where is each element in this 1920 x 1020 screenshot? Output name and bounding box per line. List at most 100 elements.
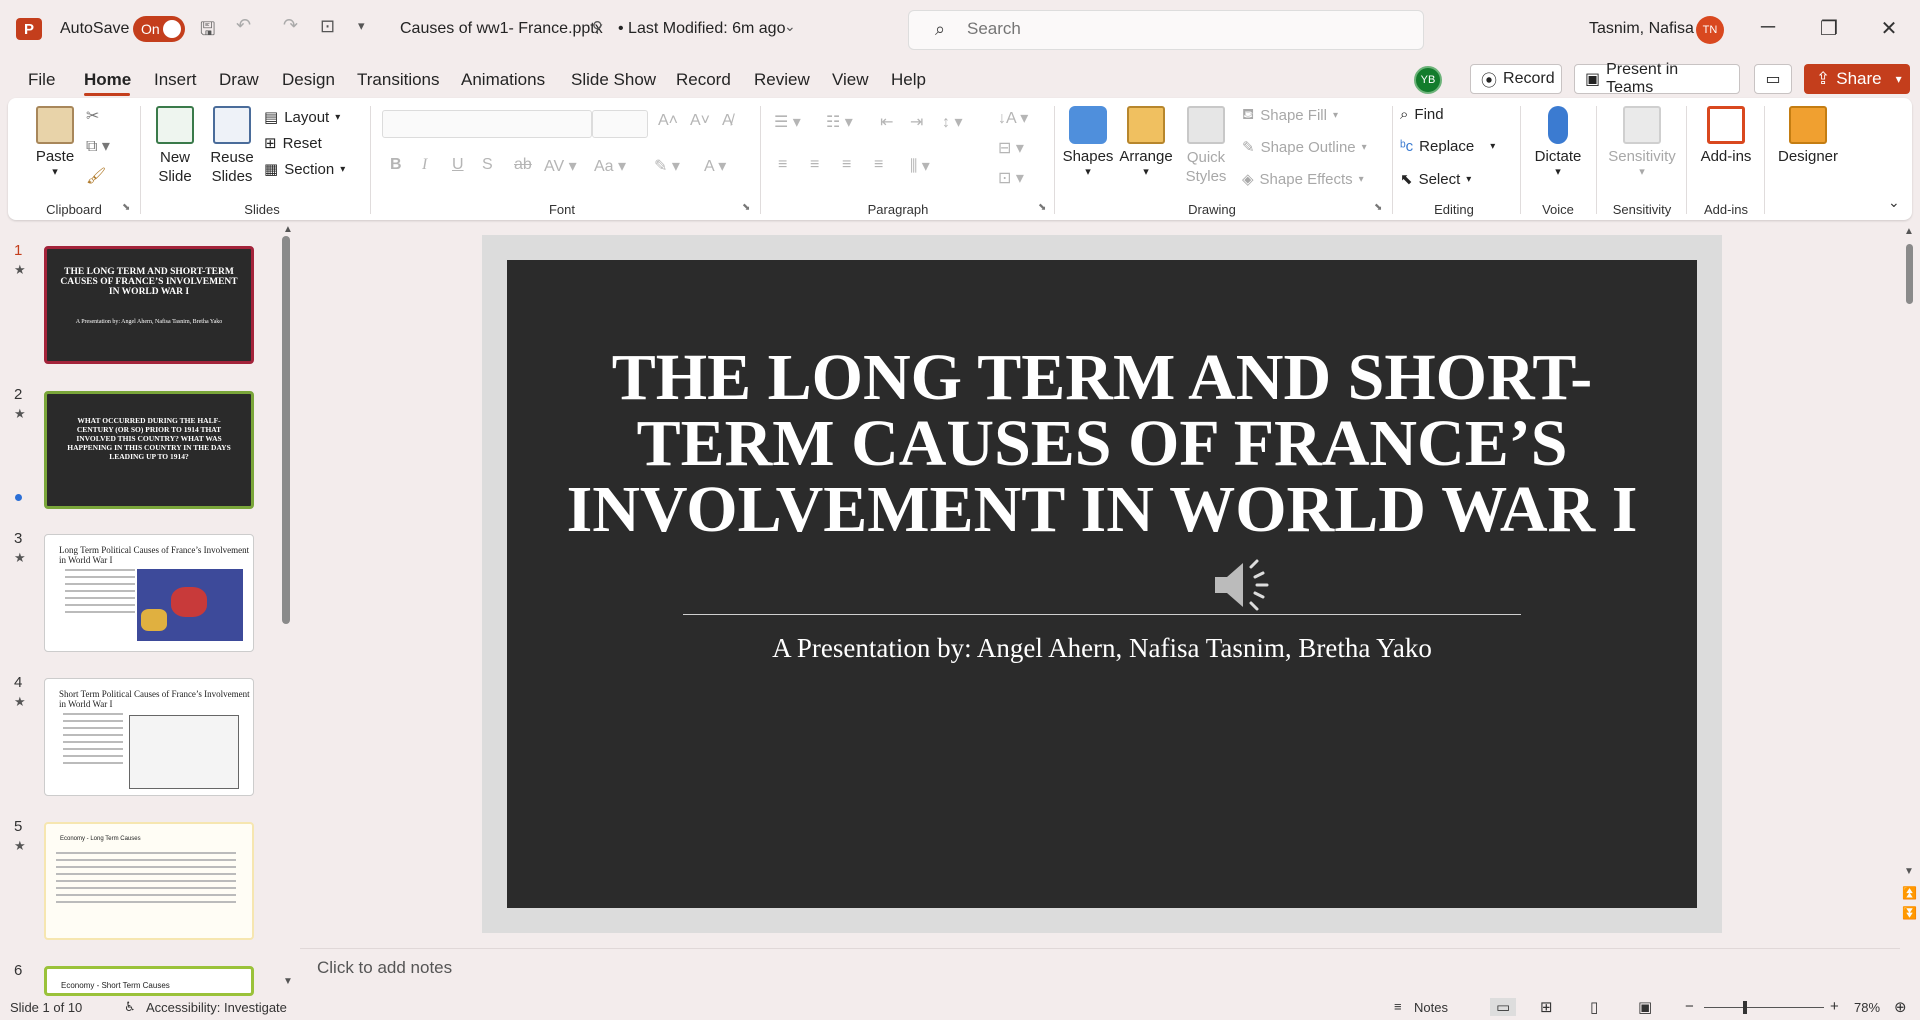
cut-icon[interactable]: ✂	[86, 106, 99, 126]
align-right-icon[interactable]: ≡	[842, 156, 851, 174]
tab-file[interactable]: File	[28, 70, 55, 90]
customize-toolbar-icon[interactable]: ▾	[358, 18, 365, 34]
search-box[interactable]: ⌕	[908, 10, 1424, 50]
copy-icon[interactable]: ⧉ ▾	[86, 136, 110, 156]
arrange-button[interactable]: Arrange ▾	[1116, 106, 1176, 178]
layout-button[interactable]: ▤ Layout ▾	[264, 108, 340, 127]
highlight-color-icon[interactable]: ✎ ▾	[654, 156, 680, 176]
reuse-slides-button[interactable]: Reuse Slides	[206, 106, 258, 186]
search-input[interactable]	[967, 19, 1367, 39]
quick-styles-button[interactable]: Quick Styles	[1178, 106, 1234, 186]
font-name-combo[interactable]	[382, 110, 592, 138]
user-avatar[interactable]: TN	[1696, 16, 1724, 44]
decrease-font-icon[interactable]: A˅	[690, 112, 710, 130]
previous-slide-icon[interactable]: ⏫	[1902, 886, 1917, 900]
sensitivity-button[interactable]: Sensitivity ▾	[1602, 106, 1682, 178]
find-button[interactable]: ⌕ Find	[1400, 106, 1444, 123]
font-size-combo[interactable]	[592, 110, 648, 138]
restore-icon[interactable]: ❐	[1814, 16, 1844, 41]
record-button[interactable]: ⦿ Record	[1470, 64, 1562, 94]
slide-canvas[interactable]: THE LONG TERM AND SHORT-TERM CAUSES OF F…	[507, 260, 1697, 908]
dialog-launcher-icon[interactable]: ⬊	[122, 202, 130, 213]
zoom-slider-thumb[interactable]	[1743, 1001, 1747, 1014]
tab-insert[interactable]: Insert	[154, 70, 197, 90]
align-left-icon[interactable]: ≡	[778, 156, 787, 174]
tab-home[interactable]: Home	[84, 70, 131, 90]
tab-animations[interactable]: Animations	[461, 70, 545, 90]
present-in-teams-button[interactable]: ▣ Present in Teams	[1574, 61, 1740, 96]
collapse-ribbon-icon[interactable]: ⌄	[1888, 194, 1900, 211]
shape-effects-button[interactable]: ◈ Shape Effects ▾	[1242, 170, 1364, 189]
font-color-icon[interactable]: A ▾	[704, 156, 726, 176]
columns-icon[interactable]: ⫼ ▾	[910, 156, 930, 176]
italic-icon[interactable]: I	[422, 156, 427, 174]
tab-review[interactable]: Review	[754, 70, 810, 90]
align-center-icon[interactable]: ≡	[810, 156, 819, 174]
tab-transitions[interactable]: Transitions	[357, 70, 440, 90]
close-icon[interactable]: ✕	[1874, 16, 1904, 41]
align-text-icon[interactable]: ⊟ ▾	[998, 138, 1024, 158]
shadow-icon[interactable]: S	[482, 156, 493, 174]
paste-button[interactable]: Paste ▾	[30, 106, 80, 178]
slide-sorter-icon[interactable]: ⊞	[1540, 998, 1553, 1016]
save-icon[interactable]: 🖫	[200, 17, 215, 47]
share-button[interactable]: ⇪ Share ▾	[1804, 64, 1910, 94]
text-direction-icon[interactable]: ↓A ▾	[998, 108, 1028, 128]
strikethrough-icon[interactable]: ab	[514, 156, 532, 174]
designer-button[interactable]: Designer	[1770, 106, 1846, 165]
shape-outline-button[interactable]: ✎ Shape Outline ▾	[1242, 138, 1367, 157]
change-case-icon[interactable]: Aa ▾	[594, 156, 626, 176]
present-from-start-icon[interactable]: ⊡	[320, 16, 335, 37]
new-slide-button[interactable]: New Slide	[148, 106, 202, 186]
format-painter-icon[interactable]: 🖌	[86, 166, 106, 186]
bullets-icon[interactable]: ☰ ▾	[774, 112, 801, 132]
reading-view-icon[interactable]: ▯	[1590, 998, 1598, 1016]
reset-button[interactable]: ⊞ Reset	[264, 134, 322, 153]
line-spacing-icon[interactable]: ↕ ▾	[942, 112, 962, 132]
scroll-down-icon[interactable]: ▼	[283, 976, 293, 987]
increase-indent-icon[interactable]: ⇥	[910, 112, 923, 132]
accessibility-status[interactable]: Accessibility: Investigate	[146, 1000, 287, 1015]
notes-pane[interactable]	[300, 948, 1900, 990]
section-button[interactable]: ▦ Section ▾	[264, 160, 345, 179]
justify-icon[interactable]: ≡	[874, 156, 883, 174]
dictate-button[interactable]: Dictate ▾	[1524, 106, 1592, 178]
next-slide-icon[interactable]: ⏬	[1902, 906, 1917, 920]
dialog-launcher-icon[interactable]: ⬊	[1374, 202, 1382, 213]
last-modified[interactable]: • Last Modified: 6m ago	[618, 20, 785, 38]
audio-speaker-icon[interactable]	[1213, 555, 1277, 615]
bold-icon[interactable]: B	[390, 156, 402, 174]
notes-toggle[interactable]: Notes	[1414, 1000, 1448, 1015]
zoom-level[interactable]: 78%	[1854, 1000, 1880, 1015]
slide-thumbnail-3[interactable]: Long Term Political Causes of France’s I…	[44, 534, 254, 652]
undo-icon[interactable]: ↶	[236, 15, 251, 36]
zoom-out-icon[interactable]: −	[1685, 998, 1694, 1015]
select-button[interactable]: ⬉ Select ▾	[1400, 170, 1471, 189]
character-spacing-icon[interactable]: AV ▾	[544, 156, 577, 176]
scroll-up-icon[interactable]: ▲	[283, 224, 293, 235]
notes-placeholder[interactable]: Click to add notes	[317, 958, 452, 978]
tab-record[interactable]: Record	[676, 70, 731, 90]
user-name[interactable]: Tasnim, Nafisa	[1589, 20, 1694, 38]
slide-subtitle[interactable]: A Presentation by: Angel Ahern, Nafisa T…	[547, 633, 1657, 664]
fit-to-window-icon[interactable]: ⊕	[1894, 998, 1907, 1016]
comments-button[interactable]: ▭	[1754, 64, 1792, 94]
decrease-indent-icon[interactable]: ⇤	[880, 112, 893, 132]
numbering-icon[interactable]: ☷ ▾	[826, 112, 853, 132]
slide-thumbnail-6[interactable]: Economy - Short Term Causes	[44, 966, 254, 996]
slide-title[interactable]: THE LONG TERM AND SHORT-TERM CAUSES OF F…	[547, 345, 1657, 543]
add-ins-button[interactable]: Add-ins	[1692, 106, 1760, 165]
tab-draw[interactable]: Draw	[219, 70, 259, 90]
underline-icon[interactable]: U	[452, 156, 464, 174]
minimize-icon[interactable]: ─	[1753, 16, 1783, 39]
zoom-in-icon[interactable]: +	[1830, 998, 1839, 1015]
increase-font-icon[interactable]: A˄	[658, 112, 678, 130]
scroll-up-icon[interactable]: ▲	[1904, 226, 1914, 237]
tab-view[interactable]: View	[832, 70, 869, 90]
shape-fill-button[interactable]: ⛾ Shape Fill ▾	[1242, 106, 1338, 125]
slide-thumbnail-1[interactable]: THE LONG TERM AND SHORT-TERM CAUSES OF F…	[44, 246, 254, 364]
tab-help[interactable]: Help	[891, 70, 926, 90]
normal-view-icon[interactable]: ▭	[1490, 998, 1517, 1016]
slide-scrollbar[interactable]	[1906, 244, 1913, 304]
collaborator-avatar[interactable]: YB	[1414, 66, 1442, 94]
